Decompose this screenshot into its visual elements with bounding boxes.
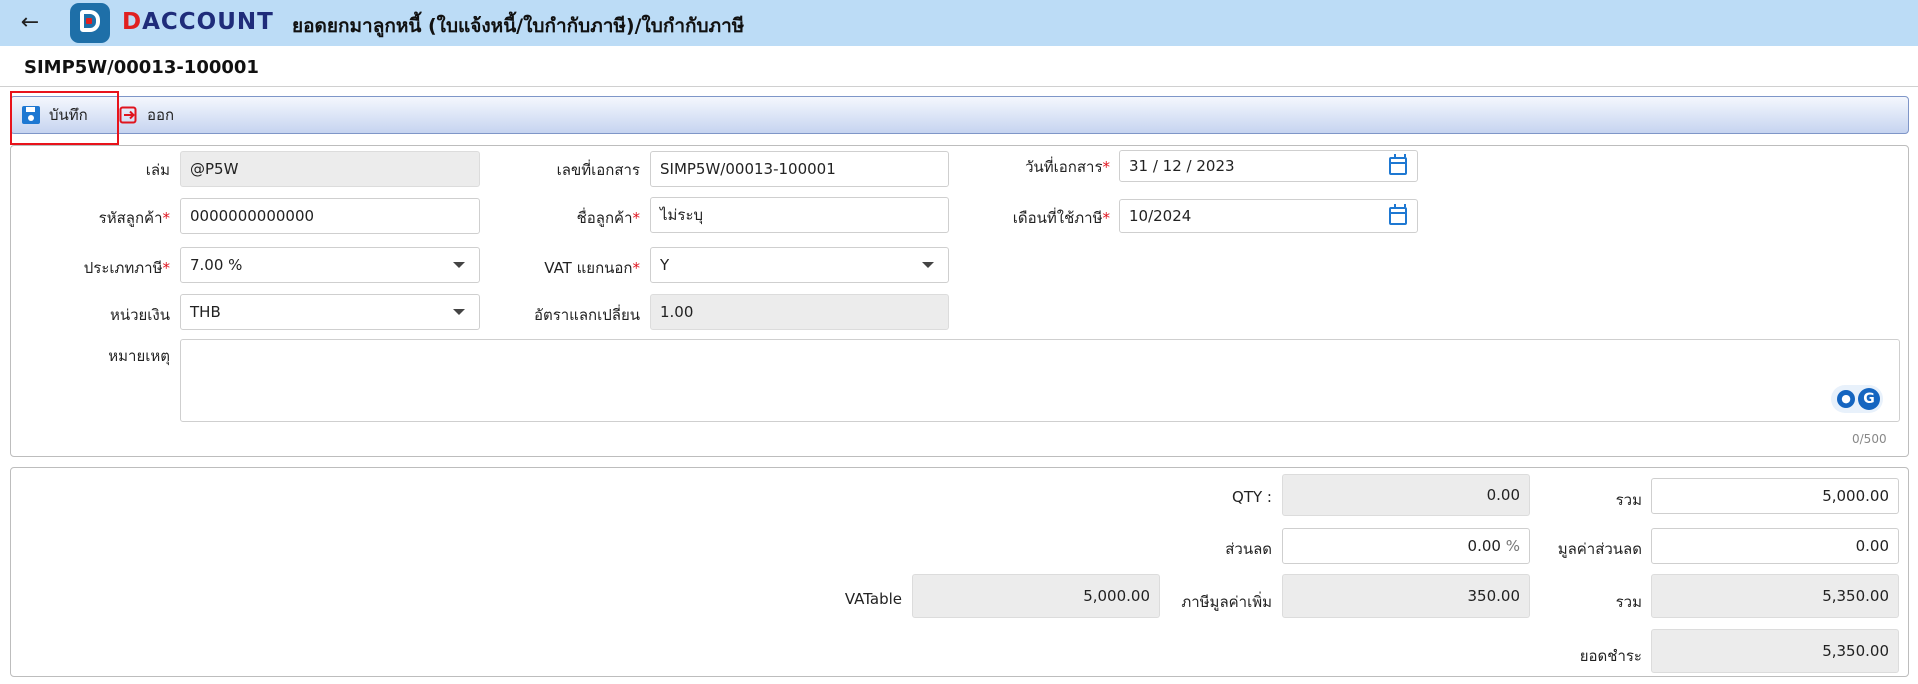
tax-month-value: 10/2024 [1129,207,1192,225]
doc-date-value: 31 / 12 / 2023 [1129,157,1235,175]
calendar-icon[interactable] [1389,154,1407,175]
exchange-rate-field[interactable]: 1.00 [650,294,949,330]
remark-char-counter: 0/500 [1852,432,1887,446]
chevron-down-icon [453,309,465,315]
app-header: ← DACCOUNT ยอดยกมาลูกหนี้ (ใบแจ้งหนี้/ใบ… [0,0,1918,46]
vat-separate-label: VAT แยกนอก* [544,259,640,277]
customer-code-label: รหัสลูกค้า* [98,209,170,227]
vat-label: ภาษีมูลค่าเพิ่ม [1181,593,1272,611]
grand-total-label: รวม [1615,593,1642,611]
discount-value: 0.00 [1467,537,1501,555]
logo-icon [70,3,110,43]
tax-type-select[interactable]: 7.00 % [180,247,480,283]
doc-date-label: วันที่เอกสาร* [1025,158,1110,176]
discount-value-label: มูลค่าส่วนลด [1557,540,1642,558]
payment-field[interactable]: 5,350.00 [1651,629,1899,673]
book-label: เล่ม [145,161,170,179]
page-title: ยอดยกมาลูกหนี้ (ใบแจ้งหนี้/ใบกำกับภาษี)/… [292,15,745,37]
exit-icon [119,106,137,124]
discount-field[interactable]: 0.00 % [1282,528,1530,564]
logo-text: DACCOUNT [122,9,274,35]
currency-value: THB [190,303,221,321]
currency-label: หน่วยเงิน [109,306,170,324]
document-number-heading: SIMP5W/00013-100001 [24,57,259,78]
action-toolbar: บันทึก ออก [10,96,1909,134]
save-button-highlight [10,91,119,145]
tax-type-label: ประเภทภาษี* [83,259,170,277]
exchange-rate-label: อัตราแลกเปลี่ยน [533,306,640,324]
qty-label: QTY : [1232,488,1272,506]
grand-total-field[interactable]: 5,350.00 [1651,574,1899,618]
chevron-down-icon [453,262,465,268]
chevron-down-icon [922,262,934,268]
doc-date-field[interactable]: 31 / 12 / 2023 [1119,150,1418,182]
vat-field[interactable]: 350.00 [1282,574,1530,618]
lightbulb-icon[interactable]: ● [1837,390,1855,408]
customer-code-field[interactable]: 0000000000000 [180,198,480,234]
doc-no-label: เลขที่เอกสาร [556,161,640,179]
tax-month-label: เดือนที่ใช้ภาษี* [1012,209,1110,227]
exit-button[interactable]: ออก [119,97,174,133]
exit-label: ออก [147,106,175,124]
vatable-field[interactable]: 5,000.00 [912,574,1160,618]
calendar-icon[interactable] [1389,204,1407,225]
grammar-tools: ● G [1831,385,1883,413]
grammarly-icon[interactable]: G [1858,388,1880,410]
book-field[interactable]: @P5W [180,151,480,187]
qty-field[interactable]: 0.00 [1282,474,1530,516]
percent-sign: % [1505,537,1520,555]
payment-label: ยอดชำระ [1579,647,1642,665]
customer-name-label: ชื่อลูกค้า* [576,209,640,227]
remark-label: หมายเหตุ [108,347,170,365]
back-arrow-icon[interactable]: ← [16,9,44,37]
total-field[interactable]: 5,000.00 [1651,478,1899,514]
divider [0,86,1918,87]
currency-select[interactable]: THB [180,294,480,330]
tax-month-field[interactable]: 10/2024 [1119,199,1418,233]
tax-type-value: 7.00 % [190,256,243,274]
customer-name-field[interactable]: ไม่ระบุ [650,197,949,233]
discount-value-field[interactable]: 0.00 [1651,528,1899,564]
vat-separate-value: Y [660,256,670,274]
vatable-label: VATable [844,590,902,608]
discount-label: ส่วนลด [1225,540,1272,558]
total-label: รวม [1615,491,1642,509]
remark-textarea[interactable] [180,339,1900,422]
vat-separate-select[interactable]: Y [650,247,949,283]
doc-no-field[interactable]: SIMP5W/00013-100001 [650,151,949,187]
